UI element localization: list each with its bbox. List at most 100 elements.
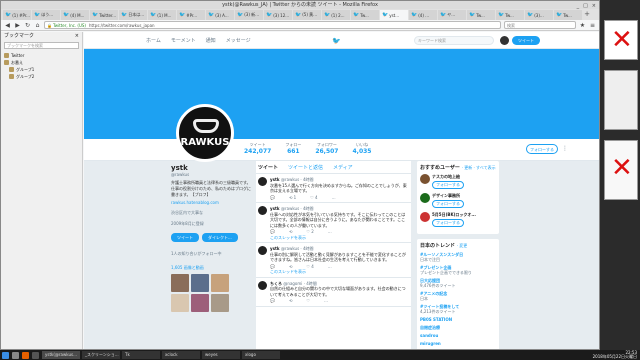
browser-tab[interactable]: 🐦 (1) #Pr... [3,10,31,20]
tweet-author[interactable]: ystk [270,206,280,211]
browser-tab[interactable]: 🐦 ヤ... [438,10,466,20]
browser-tab[interactable]: 🐦 Tw... [467,10,495,20]
trend-item[interactable]: #ツイート投稿をして 4,213件のツイート [420,304,496,314]
tab-media[interactable]: メディア [333,164,353,171]
taskbar-task[interactable]: weyes [202,351,240,359]
trend-item[interactable]: 自閉症治療 [420,325,496,330]
like-icon[interactable]: ♡ 4 [306,264,313,270]
media-thumb[interactable] [171,294,189,312]
avatar[interactable] [420,212,430,222]
home-icon[interactable]: ⌂ [34,22,41,29]
profile-link[interactable]: rawkus.hatenablog.com [171,200,251,205]
trend-item[interactable]: sandrou [420,333,496,338]
tweet[interactable]: ちくろ @nagomi · 4時間 自然の仕組みと自分の関わりの中で大切な場面があ… [256,278,411,307]
browser-tab[interactable]: 🐦 ほう... [32,10,60,20]
avatar[interactable] [420,174,430,184]
trend-item[interactable]: mirugren [420,341,496,346]
browser-tab[interactable]: 🐦 (3)... [525,10,553,20]
twitter-bird-icon[interactable]: 🐦 [332,37,341,45]
media-thumb[interactable] [191,294,209,312]
more-icon[interactable]: … [332,195,336,201]
tab-tweets-replies[interactable]: ツイートと返信 [288,164,323,171]
suggestions-refresh[interactable]: · 更新 · すべて表示 [462,165,496,170]
tweet-author[interactable]: ystk [270,246,280,251]
taskbar-task[interactable]: xlogo [242,351,280,359]
browser-tab[interactable]: 🐦 (3) A... [206,10,234,20]
browser-tab[interactable]: 🐦 (4) ... [409,10,437,20]
bookmark-item[interactable]: グループ2 [1,73,82,80]
follow-button[interactable]: フォローする [432,200,464,208]
trend-item[interactable]: 日大応援団 9,476件のツイート [420,278,496,288]
tab-tweets[interactable]: ツイート [258,164,278,171]
show-thread-link[interactable]: このスレッドを表示 [270,235,408,241]
browser-tab[interactable]: 🐦 (4) M... [61,10,89,20]
like-icon[interactable]: ♡ [306,298,310,304]
desktop-window[interactable]: ✕ [604,20,638,60]
retweet-icon[interactable]: ⟲ [289,229,292,235]
close-icon[interactable]: × [592,2,596,10]
browser-tab[interactable]: 🐦 (1) 2... [322,10,350,20]
media-link[interactable]: 1,605 画像と動画 [171,265,251,271]
stat-item[interactable]: いいね 4,035 [352,142,371,155]
browser-tab[interactable]: 🐦 日本は... [119,10,147,20]
avatar[interactable] [420,193,430,203]
maximize-icon[interactable]: □ [583,2,588,10]
nav-moments[interactable]: モーメント [171,37,196,44]
more-icon[interactable]: … [328,264,332,270]
retweet-icon[interactable]: ⟲ [289,298,292,304]
desktop-window[interactable] [604,70,638,130]
tweet-avatar[interactable] [258,206,267,215]
browser-tab[interactable]: 🐦 Tw... [351,10,379,20]
more-icon[interactable]: … [324,298,328,304]
taskbar-task[interactable]: xclock [162,351,200,359]
followers-you-know[interactable]: 1人の知り合いがフォロー中 [171,251,251,257]
trend-item[interactable]: PB0S STATION [420,317,496,322]
stat-item[interactable]: フォロワー 26,507 [315,142,338,155]
menu-icon[interactable]: ≡ [589,22,596,29]
profile-name[interactable]: ystk [171,164,251,172]
browser-tab[interactable]: 🐦 (1) M... [148,10,176,20]
reply-icon[interactable]: 💬 [270,229,275,235]
clock[interactable]: 22:53 2018年05月22日火曜日 [593,351,637,359]
follow-button[interactable]: フォローする [432,219,464,227]
menu-launcher-icon[interactable] [2,351,9,359]
nav-notifications[interactable]: 通知 [206,37,216,44]
follow-button[interactable]: フォローする [526,144,558,154]
tweet[interactable]: ystk @rawkus · 4時間 次番を15人選んで行く方向を決めますからね。… [256,174,411,203]
browser-tab[interactable]: 🐦 Tw... [554,10,582,20]
sidebar-search-input[interactable]: ブックマークを検索 [4,42,79,49]
browser-tab[interactable]: 🐦 (3) 12... [264,10,292,20]
taskbar-task[interactable]: Tk [122,351,160,359]
minimize-icon[interactable]: _ [577,2,580,10]
trend-item[interactable]: #ルーソノスンスンダ日 日本で注目 [420,252,496,262]
tweet-button[interactable]: ツイート [512,36,540,45]
follow-button[interactable]: フォローする [432,181,464,189]
back-icon[interactable]: ◀ [4,22,11,29]
terminal-icon[interactable] [32,351,39,359]
reply-icon[interactable]: 💬 [270,195,275,201]
bookmark-item[interactable]: Twitter [1,52,82,59]
suggestion-name[interactable]: 5月5日(BK)ロックオ... [432,212,476,218]
profile-tweet-button[interactable]: ツイート [171,233,199,242]
bookmarks-icon[interactable]: ★ [579,22,586,29]
desktop-window[interactable]: ✕ [604,140,638,200]
suggestion-name[interactable]: デザイン事務所 [432,193,464,199]
reload-icon[interactable]: ↻ [24,22,31,29]
new-tab-button[interactable]: + [583,10,591,20]
taskbar-task[interactable]: _スクリーンショ... [82,351,120,359]
stat-item[interactable]: ツイート 242,077 [244,142,271,155]
sidebar-close-icon[interactable]: × [75,32,79,41]
tweet-avatar[interactable] [258,246,267,255]
files-icon[interactable] [12,351,19,359]
browser-tab[interactable]: 🐦 (5) 黄... [293,10,321,20]
more-icon[interactable]: ⋮ [562,145,568,152]
show-thread-link[interactable]: このスレッドを表示 [270,269,408,275]
tweet[interactable]: ystk @rawkus · 4時間 仕事の別に解釈して活動と動く見解がありますこ… [256,243,411,278]
tweet-author[interactable]: ystk [270,177,280,182]
sidebar-title[interactable]: ブックマーク [4,32,34,41]
trend-item[interactable]: #アニメの記念 日本 [420,291,496,301]
stat-item[interactable]: フォロー 661 [285,142,301,155]
trend-item[interactable]: #プレゼント企画 プレゼント企画でできる限り [420,265,496,275]
bookmark-item[interactable]: お番え [1,59,82,66]
reply-icon[interactable]: 💬 [270,298,275,304]
